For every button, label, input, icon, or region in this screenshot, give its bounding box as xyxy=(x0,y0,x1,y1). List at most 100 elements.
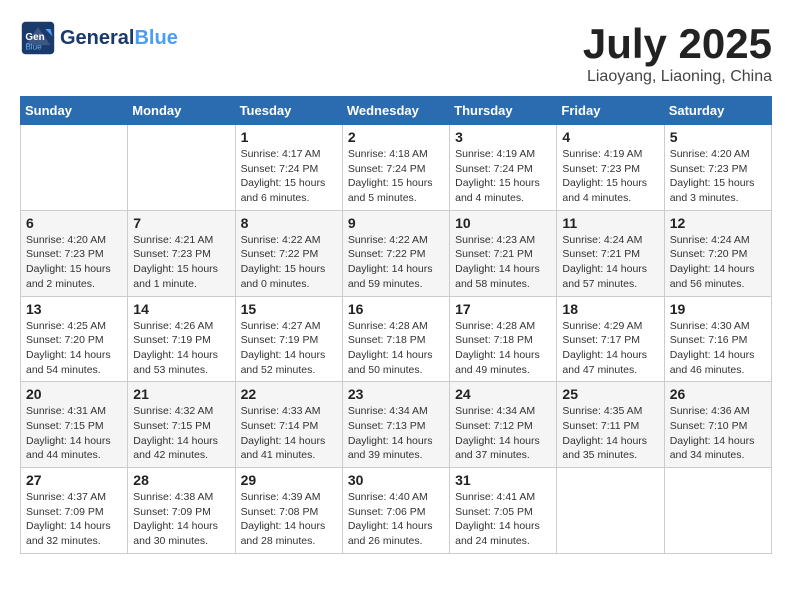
day-number: 22 xyxy=(241,386,337,402)
weekday-header: Thursday xyxy=(450,97,557,125)
calendar-cell: 14 Sunrise: 4:26 AM Sunset: 7:19 PM Dayli… xyxy=(128,296,235,382)
day-number: 1 xyxy=(241,129,337,145)
calendar-cell: 8Sunrise: 4:22 AM Sunset: 7:22 PM Daylig… xyxy=(235,210,342,296)
day-number: 21 xyxy=(133,386,229,402)
day-info: Sunrise: 4:29 AM Sunset: 7:17 PM Dayligh… xyxy=(562,319,658,378)
day-info: Sunrise: 4:28 AM Sunset: 7:18 PM Dayligh… xyxy=(455,319,551,378)
day-info: Sunrise: 4:25 AM Sunset: 7:20 PM Dayligh… xyxy=(26,319,122,378)
logo-icon: Gen Blue xyxy=(20,20,56,56)
day-number: 4 xyxy=(562,129,658,145)
day-info: Sunrise: 4:39 AM Sunset: 7:08 PM Dayligh… xyxy=(241,490,337,549)
logo: Gen Blue GeneralBlue xyxy=(20,20,178,56)
day-info: Sunrise: 4:38 AM Sunset: 7:09 PM Dayligh… xyxy=(133,490,229,549)
calendar-cell: 13 Sunrise: 4:25 AM Sunset: 7:20 PM Dayli… xyxy=(21,296,128,382)
location-subtitle: Liaoyang, Liaoning, China xyxy=(583,68,772,86)
day-info: Sunrise: 4:19 AM Sunset: 7:24 PM Dayligh… xyxy=(455,147,551,206)
weekday-header: Sunday xyxy=(21,97,128,125)
day-info: Sunrise: 4:41 AM Sunset: 7:05 PM Dayligh… xyxy=(455,490,551,549)
day-number: 29 xyxy=(241,472,337,488)
day-number: 16 xyxy=(348,301,444,317)
day-number: 6 xyxy=(26,215,122,231)
calendar-cell: 29 Sunrise: 4:39 AM Sunset: 7:08 PM Dayli… xyxy=(235,468,342,554)
calendar-cell: 25Sunrise: 4:35 AM Sunset: 7:11 PM Dayli… xyxy=(557,382,664,468)
day-info: Sunrise: 4:33 AM Sunset: 7:14 PM Dayligh… xyxy=(241,404,337,463)
svg-text:Blue: Blue xyxy=(25,43,42,52)
day-number: 14 xyxy=(133,301,229,317)
calendar-cell: 22 Sunrise: 4:33 AM Sunset: 7:14 PM Dayli… xyxy=(235,382,342,468)
title-block: July 2025 Liaoyang, Liaoning, China xyxy=(583,20,772,86)
calendar-cell: 10 Sunrise: 4:23 AM Sunset: 7:21 PM Dayli… xyxy=(450,210,557,296)
day-number: 3 xyxy=(455,129,551,145)
calendar-cell: 7 Sunrise: 4:21 AM Sunset: 7:23 PM Daylig… xyxy=(128,210,235,296)
calendar-cell: 17 Sunrise: 4:28 AM Sunset: 7:18 PM Dayli… xyxy=(450,296,557,382)
day-info: Sunrise: 4:34 AM Sunset: 7:13 PM Dayligh… xyxy=(348,404,444,463)
day-number: 15 xyxy=(241,301,337,317)
day-info: Sunrise: 4:26 AM Sunset: 7:19 PM Dayligh… xyxy=(133,319,229,378)
day-info: Sunrise: 4:21 AM Sunset: 7:23 PM Dayligh… xyxy=(133,233,229,292)
calendar-cell: 27 Sunrise: 4:37 AM Sunset: 7:09 PM Dayli… xyxy=(21,468,128,554)
day-info: Sunrise: 4:27 AM Sunset: 7:19 PM Dayligh… xyxy=(241,319,337,378)
day-info: Sunrise: 4:28 AM Sunset: 7:18 PM Dayligh… xyxy=(348,319,444,378)
calendar-cell: 28 Sunrise: 4:38 AM Sunset: 7:09 PM Dayli… xyxy=(128,468,235,554)
day-number: 7 xyxy=(133,215,229,231)
calendar-cell: 21Sunrise: 4:32 AM Sunset: 7:15 PM Dayli… xyxy=(128,382,235,468)
day-info: Sunrise: 4:34 AM Sunset: 7:12 PM Dayligh… xyxy=(455,404,551,463)
day-number: 12 xyxy=(670,215,766,231)
day-info: Sunrise: 4:24 AM Sunset: 7:20 PM Dayligh… xyxy=(670,233,766,292)
day-info: Sunrise: 4:18 AM Sunset: 7:24 PM Dayligh… xyxy=(348,147,444,206)
weekday-header: Tuesday xyxy=(235,97,342,125)
day-number: 26 xyxy=(670,386,766,402)
calendar-cell: 4 Sunrise: 4:19 AM Sunset: 7:23 PM Daylig… xyxy=(557,125,664,211)
calendar-week-row: 6 Sunrise: 4:20 AM Sunset: 7:23 PM Daylig… xyxy=(21,210,772,296)
calendar-cell xyxy=(128,125,235,211)
svg-text:Gen: Gen xyxy=(25,32,44,43)
day-number: 23 xyxy=(348,386,444,402)
calendar-cell: 23 Sunrise: 4:34 AM Sunset: 7:13 PM Dayli… xyxy=(342,382,449,468)
day-number: 27 xyxy=(26,472,122,488)
page-header: Gen Blue GeneralBlue July 2025 Liaoyang,… xyxy=(20,20,772,86)
weekday-header: Monday xyxy=(128,97,235,125)
day-info: Sunrise: 4:19 AM Sunset: 7:23 PM Dayligh… xyxy=(562,147,658,206)
day-info: Sunrise: 4:23 AM Sunset: 7:21 PM Dayligh… xyxy=(455,233,551,292)
calendar-cell: 12 Sunrise: 4:24 AM Sunset: 7:20 PM Dayli… xyxy=(664,210,771,296)
day-number: 30 xyxy=(348,472,444,488)
calendar-cell: 3 Sunrise: 4:19 AM Sunset: 7:24 PM Daylig… xyxy=(450,125,557,211)
weekday-header: Saturday xyxy=(664,97,771,125)
logo-text: GeneralBlue xyxy=(60,26,178,50)
month-title: July 2025 xyxy=(583,20,772,68)
day-number: 13 xyxy=(26,301,122,317)
calendar-week-row: 27 Sunrise: 4:37 AM Sunset: 7:09 PM Dayli… xyxy=(21,468,772,554)
day-number: 17 xyxy=(455,301,551,317)
calendar-cell: 6 Sunrise: 4:20 AM Sunset: 7:23 PM Daylig… xyxy=(21,210,128,296)
day-number: 2 xyxy=(348,129,444,145)
day-info: Sunrise: 4:20 AM Sunset: 7:23 PM Dayligh… xyxy=(26,233,122,292)
calendar-cell: 18 Sunrise: 4:29 AM Sunset: 7:17 PM Dayli… xyxy=(557,296,664,382)
calendar-cell: 1 Sunrise: 4:17 AM Sunset: 7:24 PM Daylig… xyxy=(235,125,342,211)
day-number: 31 xyxy=(455,472,551,488)
day-info: Sunrise: 4:36 AM Sunset: 7:10 PM Dayligh… xyxy=(670,404,766,463)
calendar-cell: 16 Sunrise: 4:28 AM Sunset: 7:18 PM Dayli… xyxy=(342,296,449,382)
calendar-cell xyxy=(557,468,664,554)
day-info: Sunrise: 4:17 AM Sunset: 7:24 PM Dayligh… xyxy=(241,147,337,206)
day-info: Sunrise: 4:22 AM Sunset: 7:22 PM Dayligh… xyxy=(348,233,444,292)
calendar-week-row: 1 Sunrise: 4:17 AM Sunset: 7:24 PM Daylig… xyxy=(21,125,772,211)
day-info: Sunrise: 4:35 AM Sunset: 7:11 PM Dayligh… xyxy=(562,404,658,463)
day-number: 10 xyxy=(455,215,551,231)
weekday-header: Wednesday xyxy=(342,97,449,125)
day-info: Sunrise: 4:40 AM Sunset: 7:06 PM Dayligh… xyxy=(348,490,444,549)
day-number: 28 xyxy=(133,472,229,488)
calendar-cell: 31 Sunrise: 4:41 AM Sunset: 7:05 PM Dayli… xyxy=(450,468,557,554)
calendar-cell: 9 Sunrise: 4:22 AM Sunset: 7:22 PM Daylig… xyxy=(342,210,449,296)
day-info: Sunrise: 4:22 AM Sunset: 7:22 PM Dayligh… xyxy=(241,233,337,292)
day-info: Sunrise: 4:20 AM Sunset: 7:23 PM Dayligh… xyxy=(670,147,766,206)
weekday-header: Friday xyxy=(557,97,664,125)
day-number: 9 xyxy=(348,215,444,231)
day-number: 11 xyxy=(562,215,658,231)
calendar-cell: 30 Sunrise: 4:40 AM Sunset: 7:06 PM Dayli… xyxy=(342,468,449,554)
day-info: Sunrise: 4:30 AM Sunset: 7:16 PM Dayligh… xyxy=(670,319,766,378)
day-info: Sunrise: 4:37 AM Sunset: 7:09 PM Dayligh… xyxy=(26,490,122,549)
calendar-cell: 20Sunrise: 4:31 AM Sunset: 7:15 PM Dayli… xyxy=(21,382,128,468)
calendar-cell xyxy=(664,468,771,554)
day-number: 18 xyxy=(562,301,658,317)
day-info: Sunrise: 4:31 AM Sunset: 7:15 PM Dayligh… xyxy=(26,404,122,463)
